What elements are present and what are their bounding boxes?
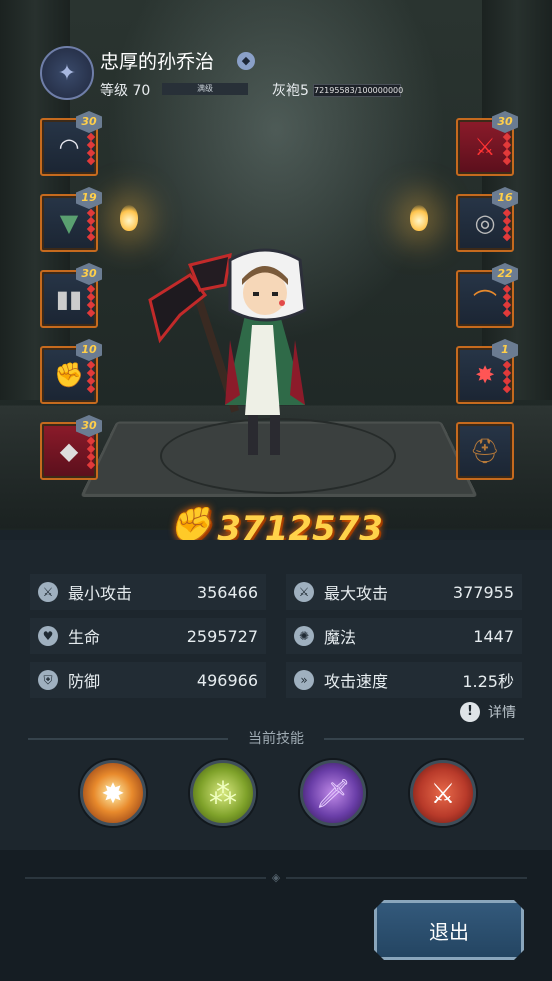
equip-slot-belt[interactable]: ◆ 30	[40, 415, 102, 480]
exit-button[interactable]: 退出	[374, 900, 524, 960]
player-level: 等级 70	[100, 83, 151, 99]
skill-explosion[interactable]: ✸	[80, 760, 146, 826]
skill-poison-orbs[interactable]: ⁂	[190, 760, 256, 826]
equip-slot-amulet[interactable]: ⌒ 22	[456, 263, 518, 328]
equip-slot-helmet[interactable]: ⛑	[456, 422, 514, 480]
equip-slot-charm[interactable]: ✸ 1	[456, 339, 518, 404]
verified-badge-icon[interactable]: ◆	[237, 52, 255, 70]
cloak-icon: ▼	[59, 209, 79, 237]
boots-icon: ▮▮	[55, 285, 83, 313]
character-scene: ✦ 忠厚的孙乔治 ◆ 等级 70 满级 灰袍5 72195583/1000000…	[0, 0, 552, 530]
player-name: 忠厚的孙乔治	[100, 51, 215, 73]
hero-character	[148, 248, 307, 455]
heart-icon: ♥	[38, 626, 58, 646]
stat-value: 496966	[196, 670, 258, 690]
speed-icon: »	[294, 670, 314, 690]
stat-value: 356466	[196, 582, 258, 602]
stat-label: 最小攻击	[68, 584, 133, 603]
star-pips	[86, 436, 96, 470]
amulet-icon: ⌒	[473, 287, 497, 316]
magic-icon: ✺	[294, 626, 314, 646]
stat-min-attack: ⚔ 最小攻击 356466	[30, 574, 266, 610]
equip-slot-weapon[interactable]: ⚔ 30	[456, 111, 518, 176]
star-pips	[502, 360, 512, 394]
stat-defense: ⛨ 防御 496966	[30, 662, 266, 698]
power-icon: ✊	[169, 505, 212, 545]
sword-icon: ⚔	[294, 582, 314, 602]
skill-shadow-dagger[interactable]: 🗡	[300, 760, 366, 826]
stat-value: 1.25秒	[462, 672, 514, 691]
exit-label: 退出	[429, 919, 469, 944]
stat-value: 2595727	[186, 626, 258, 646]
level-badge: 19	[76, 187, 102, 209]
poison-orbs-icon: ⁂	[209, 776, 237, 810]
star-pips	[502, 284, 512, 318]
belt-icon: ◆	[59, 437, 79, 465]
hero-body	[225, 248, 307, 455]
star-pips	[502, 132, 512, 166]
star-pips	[86, 132, 96, 166]
star-pips	[86, 360, 96, 394]
details-label: 详情	[488, 705, 516, 721]
level-badge: 30	[76, 111, 102, 133]
shadow-dagger-icon: 🗡	[315, 776, 351, 810]
info-icon: !	[460, 702, 480, 722]
level-badge: 30	[76, 263, 102, 285]
star-pips	[502, 208, 512, 242]
explosion-icon: ✸	[101, 776, 125, 810]
axe-weapon-icon	[148, 252, 239, 413]
gauntlet-icon: ✊	[54, 361, 84, 389]
skills-title: 当前技能	[248, 731, 304, 747]
stat-value: 1447	[473, 626, 514, 646]
player-header: ✦ 忠厚的孙乔治 ◆ 等级 70 满级 灰袍5 72195583/1000000…	[40, 44, 510, 100]
level-badge: 10	[76, 339, 102, 361]
hood-icon: ◠	[58, 133, 80, 161]
right-torch-icon	[410, 205, 428, 231]
level-bar: 满级	[162, 83, 248, 95]
axe-icon: ⚔	[474, 133, 496, 161]
rank-progress-bar: 72195583/100000000	[313, 84, 404, 97]
equip-slot-boots[interactable]: ▮▮ 30	[40, 263, 102, 328]
sword-icon: ⚔	[38, 582, 58, 602]
stat-health: ♥ 生命 2595727	[30, 618, 266, 654]
player-rank: 灰袍5	[272, 83, 309, 99]
stat-label: 最大攻击	[324, 584, 389, 603]
crossed-axes-icon: ⚔	[430, 776, 456, 810]
stat-value: 377955	[452, 582, 514, 602]
stat-attack-speed: » 攻击速度 1.25秒	[286, 662, 522, 698]
skills-header: 当前技能	[0, 728, 552, 750]
stat-label: 攻击速度	[324, 672, 389, 691]
star-pips	[86, 208, 96, 242]
charm-icon: ✸	[474, 361, 496, 389]
details-button[interactable]: ! 详情	[460, 702, 516, 722]
ring-icon: ◎	[474, 209, 496, 237]
skill-crossed-axes[interactable]: ⚔	[410, 760, 476, 826]
equip-slot-cloak[interactable]: ▼ 19	[40, 187, 102, 252]
stat-label: 魔法	[324, 628, 357, 647]
left-torch-icon	[120, 205, 138, 231]
divider-ornament-icon: ◈	[266, 871, 286, 885]
equip-slot-ring[interactable]: ◎ 16	[456, 187, 518, 252]
equip-slot-hood[interactable]: ◠ 30	[40, 111, 102, 176]
shield-icon: ⛨	[38, 670, 58, 690]
stat-max-attack: ⚔ 最大攻击 377955	[286, 574, 522, 610]
equip-slot-gauntlet[interactable]: ✊ 10	[40, 339, 102, 404]
helmet-icon: ⛑	[469, 437, 501, 465]
shield-emblem-icon: ✦	[40, 46, 94, 100]
star-pips	[86, 284, 96, 318]
stat-magic: ✺ 魔法 1447	[286, 618, 522, 654]
stat-label: 防御	[68, 672, 101, 691]
stat-label: 生命	[68, 628, 101, 647]
